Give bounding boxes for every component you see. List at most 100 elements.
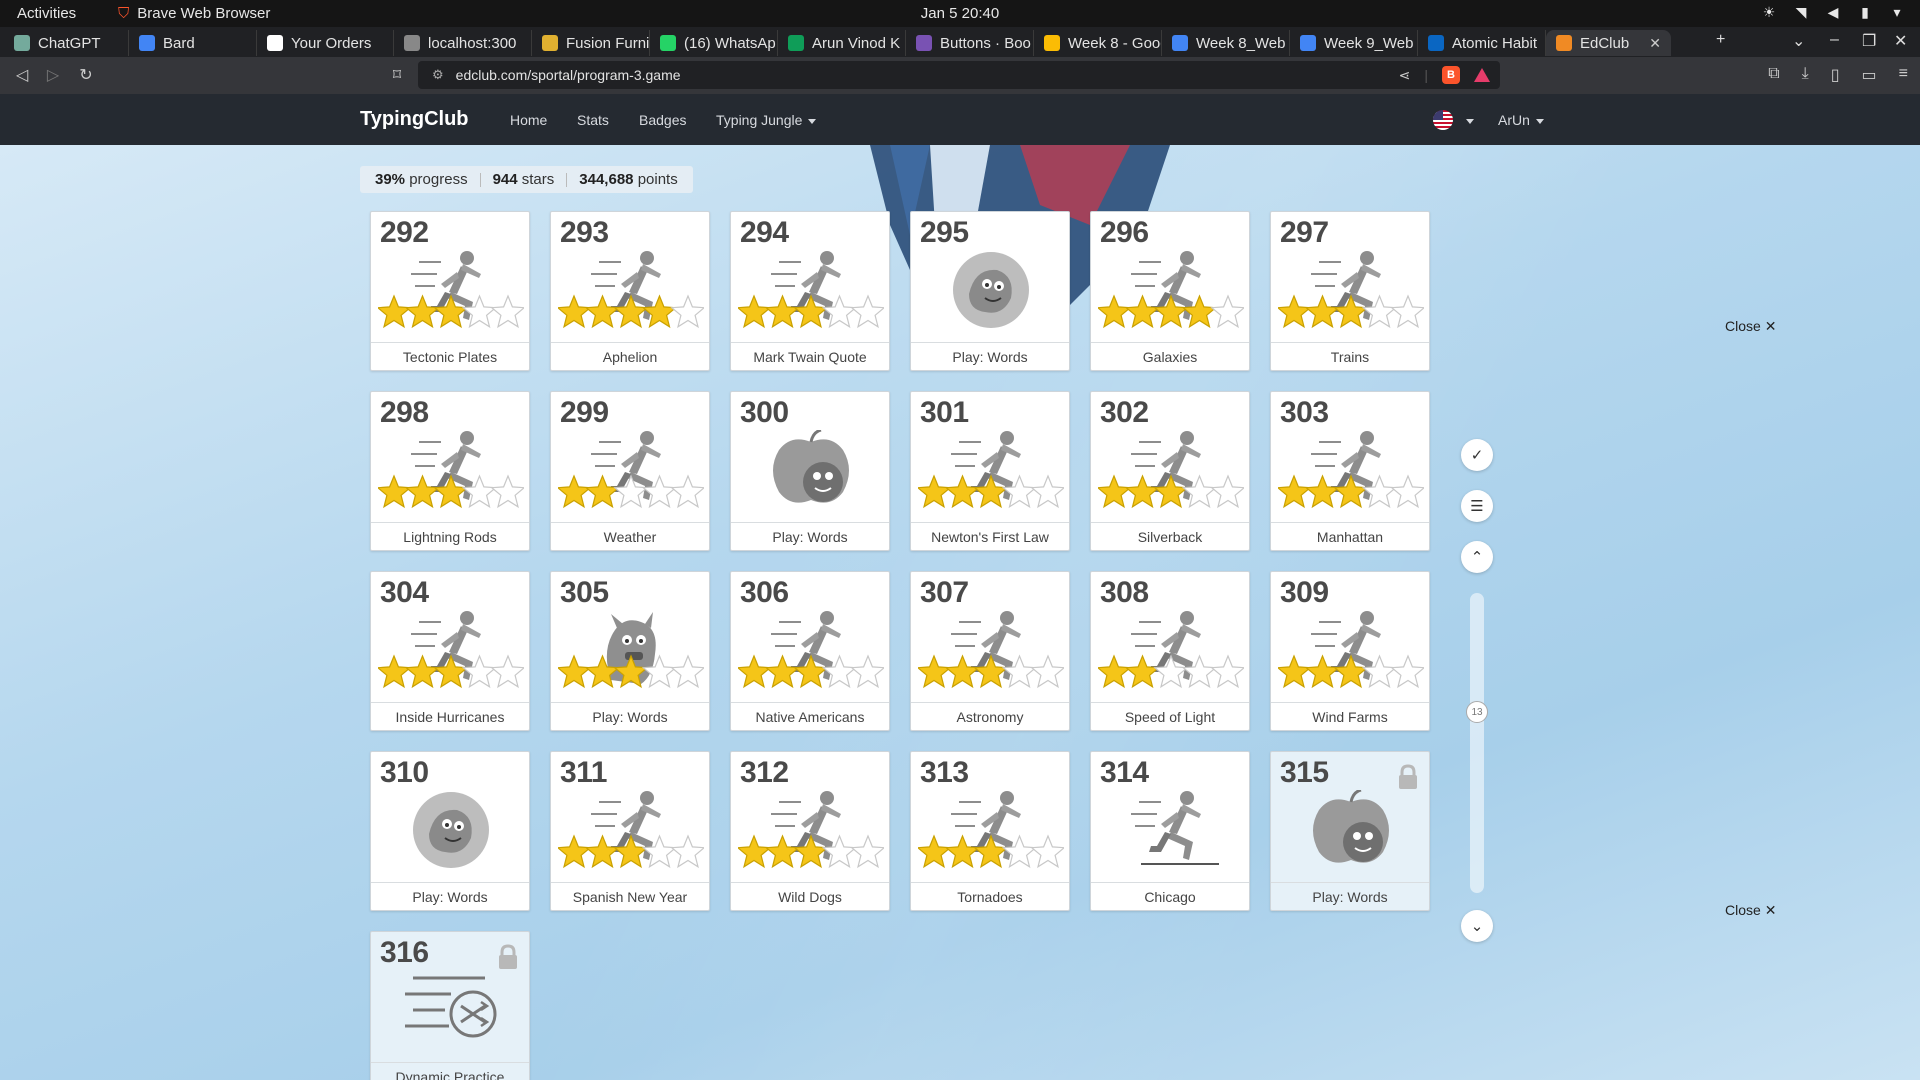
system-tray[interactable]: ☀ ◥ ◀ ▮ ▾ bbox=[1760, 4, 1906, 21]
lesson-card[interactable]: 301 Newton's First Law bbox=[910, 391, 1070, 551]
url-text[interactable]: edclub.com/sportal/program-3.game bbox=[456, 67, 681, 83]
scroll-up-button[interactable]: ⌃ bbox=[1461, 541, 1493, 573]
forward-icon[interactable]: ▷ bbox=[43, 65, 63, 85]
browser-tab[interactable]: Arun Vinod K bbox=[778, 30, 906, 56]
user-menu[interactable]: ArUn bbox=[1498, 112, 1544, 128]
close-tab-icon[interactable]: ✕ bbox=[1649, 35, 1661, 52]
clock[interactable]: Jan 5 20:40 bbox=[0, 5, 1920, 22]
wallet-icon[interactable]: ▭ bbox=[1862, 65, 1877, 85]
lesson-card[interactable]: 307 Astronomy bbox=[910, 571, 1070, 731]
lesson-title: Newton's First Law bbox=[911, 522, 1069, 550]
lock-icon bbox=[1399, 764, 1417, 789]
downloads-icon[interactable]: ⤓ bbox=[1802, 65, 1809, 85]
lesson-card[interactable]: 315 Play: Words bbox=[1270, 751, 1430, 911]
lesson-card[interactable]: 310 Play: Words bbox=[370, 751, 530, 911]
browser-tab[interactable]: (16) WhatsAp bbox=[650, 30, 778, 56]
menu-icon[interactable]: ≡ bbox=[1899, 65, 1908, 85]
lesson-card[interactable]: 295 Play: Words bbox=[910, 211, 1070, 371]
brave-shields-icon[interactable]: B bbox=[1442, 66, 1460, 84]
scroll-down-button[interactable]: ⌄ bbox=[1461, 910, 1493, 942]
star-rating bbox=[378, 474, 524, 509]
check-progress-button[interactable]: ✓ bbox=[1461, 439, 1493, 471]
lesson-title: Tornadoes bbox=[911, 882, 1069, 910]
lesson-title: Trains bbox=[1271, 342, 1429, 370]
nav-typing-jungle[interactable]: Typing Jungle bbox=[716, 112, 817, 128]
lesson-card[interactable]: 305 Play: Words bbox=[550, 571, 710, 731]
browser-tab[interactable]: Buttons · Boo bbox=[906, 30, 1034, 56]
lesson-card[interactable]: 313 Tornadoes bbox=[910, 751, 1070, 911]
star-filled-icon bbox=[1181, 294, 1218, 329]
sidebar-icon[interactable]: ▯ bbox=[1831, 65, 1840, 85]
sheets-icon bbox=[788, 35, 804, 51]
nav-home[interactable]: Home bbox=[510, 112, 547, 128]
lesson-card[interactable]: 311 Spanish New Year bbox=[550, 751, 710, 911]
lesson-scroll-track[interactable] bbox=[1470, 593, 1484, 893]
bookmark-icon[interactable]: ⌑ bbox=[387, 65, 407, 85]
star-filled-icon bbox=[584, 654, 621, 689]
extensions-icon[interactable]: ⧉ bbox=[1768, 65, 1779, 85]
lesson-card[interactable]: 293 Aphelion bbox=[550, 211, 710, 371]
lesson-card[interactable]: 300 Play: Words bbox=[730, 391, 890, 551]
lesson-title: Native Americans bbox=[731, 702, 889, 730]
browser-tab[interactable]: Week 8_Web bbox=[1162, 30, 1290, 56]
browser-tab[interactable]: Your Orders bbox=[257, 30, 394, 56]
lesson-card[interactable]: 297 Trains bbox=[1270, 211, 1430, 371]
lesson-card[interactable]: 308 Speed of Light bbox=[1090, 571, 1250, 731]
lesson-card[interactable]: 306 Native Americans bbox=[730, 571, 890, 731]
browser-tab[interactable]: Atomic Habit bbox=[1418, 30, 1546, 56]
maximize-icon[interactable]: ❐ bbox=[1862, 31, 1876, 51]
back-icon[interactable]: ◁ bbox=[12, 65, 32, 85]
browser-tab[interactable]: ChatGPT bbox=[4, 30, 129, 56]
lesson-scroll-thumb[interactable]: 13 bbox=[1466, 701, 1488, 723]
lesson-card[interactable]: 292 Tectonic Plates bbox=[370, 211, 530, 371]
minimize-icon[interactable]: – bbox=[1830, 31, 1839, 49]
star-filled-icon bbox=[613, 654, 649, 689]
lesson-card[interactable]: 304 Inside Hurricanes bbox=[370, 571, 530, 731]
brave-rewards-icon[interactable] bbox=[1474, 68, 1490, 82]
browser-tab[interactable]: Week 9_Web bbox=[1290, 30, 1418, 56]
list-view-button[interactable]: ☰ bbox=[1461, 490, 1493, 522]
browser-tab[interactable]: localhost:300 bbox=[394, 30, 532, 56]
lesson-card[interactable]: 294 Mark Twain Quote bbox=[730, 211, 890, 371]
star-empty-icon bbox=[1153, 654, 1189, 689]
lesson-card[interactable]: 298 Lightning Rods bbox=[370, 391, 530, 551]
close-button-bottom[interactable]: Close ✕ bbox=[1725, 902, 1776, 919]
lesson-number: 311 bbox=[560, 756, 607, 789]
browser-tab[interactable]: Week 8 - Goog bbox=[1034, 30, 1162, 56]
close-button-top[interactable]: Close ✕ bbox=[1725, 318, 1776, 335]
nav-stats[interactable]: Stats bbox=[577, 112, 609, 128]
site-info-icon[interactable]: ⚙ bbox=[432, 67, 444, 83]
docs-icon bbox=[1300, 35, 1316, 51]
site-logo[interactable]: TypingClub bbox=[360, 108, 469, 131]
chevron-down-icon: ⌄ bbox=[1470, 918, 1484, 935]
share-icon[interactable]: ⋖ bbox=[1399, 67, 1411, 84]
close-label: Close bbox=[1725, 318, 1761, 334]
star-empty-icon bbox=[1210, 474, 1244, 509]
browser-tab[interactable]: EdClub ✕ bbox=[1546, 30, 1671, 56]
star-rating bbox=[738, 834, 884, 869]
lesson-number: 294 bbox=[740, 216, 789, 249]
lesson-card[interactable]: 299 Weather bbox=[550, 391, 710, 551]
lesson-card[interactable]: 309 Wind Farms bbox=[1270, 571, 1430, 731]
lesson-card[interactable]: 302 Silverback bbox=[1090, 391, 1250, 551]
new-tab-icon[interactable]: + bbox=[1716, 31, 1725, 49]
lesson-card[interactable]: 296 Galaxies bbox=[1090, 211, 1250, 371]
nav-badges[interactable]: Badges bbox=[639, 112, 686, 128]
lesson-card[interactable]: 312 Wild Dogs bbox=[730, 751, 890, 911]
star-filled-icon bbox=[1304, 474, 1341, 509]
lesson-card[interactable]: 314 Chicago bbox=[1090, 751, 1250, 911]
browser-tab[interactable]: Fusion Furni bbox=[532, 30, 650, 56]
language-flag-icon[interactable] bbox=[1433, 110, 1453, 130]
tab-title: Buttons · Boo bbox=[940, 34, 1031, 52]
lesson-card[interactable]: 316 Dynamic Practice bbox=[370, 931, 530, 1080]
browser-tab[interactable]: Bard bbox=[129, 30, 257, 56]
close-window-icon[interactable]: ✕ bbox=[1894, 31, 1907, 51]
tab-title: (16) WhatsAp bbox=[684, 34, 776, 52]
reload-icon[interactable]: ↻ bbox=[76, 65, 96, 85]
lesson-card[interactable]: 303 Manhattan bbox=[1270, 391, 1430, 551]
stars-label: stars bbox=[521, 171, 555, 188]
tab-title: Week 8_Web bbox=[1196, 34, 1286, 52]
address-bar[interactable]: ⚙ edclub.com/sportal/program-3.game ⋖ | … bbox=[418, 61, 1500, 89]
language-dropdown[interactable] bbox=[1460, 112, 1474, 128]
tab-search-icon[interactable]: ⌄ bbox=[1792, 31, 1805, 51]
